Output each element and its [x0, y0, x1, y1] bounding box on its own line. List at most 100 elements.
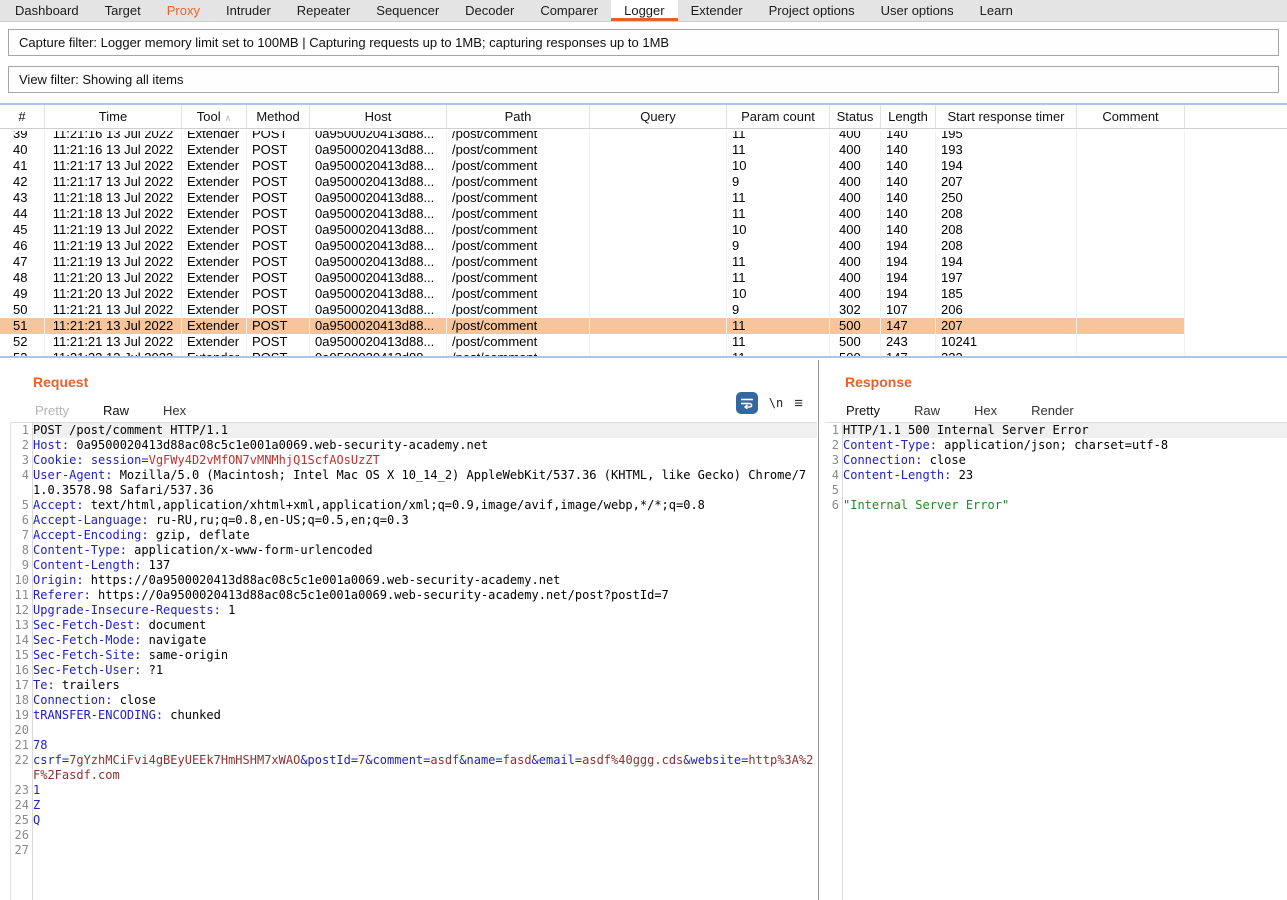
line-content: 78	[33, 738, 817, 753]
log-cell-param-count: 9	[727, 174, 830, 190]
column-header-method[interactable]: Method	[247, 105, 310, 128]
tab-extender[interactable]: Extender	[678, 0, 756, 21]
log-cell-status: 400	[830, 158, 881, 174]
editor-line: 12Upgrade-Insecure-Requests: 1	[11, 603, 817, 618]
tab-project-options[interactable]: Project options	[756, 0, 868, 21]
word-wrap-toggle-button[interactable]	[736, 392, 758, 414]
log-row[interactable]: 4311:21:18 13 Jul 2022ExtenderPOST0a9500…	[0, 190, 1287, 206]
log-cell-method: POST	[247, 158, 310, 174]
column-header-number[interactable]: #	[0, 105, 45, 128]
log-cell-filler	[1185, 222, 1287, 238]
line-number: 16	[11, 663, 33, 678]
log-row[interactable]: 4711:21:19 13 Jul 2022ExtenderPOST0a9500…	[0, 254, 1287, 270]
tab-dashboard[interactable]: Dashboard	[2, 0, 92, 21]
log-cell-status: 400	[830, 238, 881, 254]
request-response-splitter[interactable]	[818, 360, 819, 900]
column-header-label: #	[18, 109, 25, 124]
tab-decoder[interactable]: Decoder	[452, 0, 527, 21]
tab-user-options[interactable]: User options	[868, 0, 967, 21]
log-cell-host: 0a9500020413d88...	[310, 254, 447, 270]
top-tab-bar: DashboardTargetProxyIntruderRepeaterSequ…	[0, 0, 1287, 22]
tab-proxy[interactable]: Proxy	[154, 0, 213, 21]
response-title: Response	[845, 374, 1287, 390]
line-code: Accept: text/html,application/xhtml+xml,…	[33, 498, 705, 512]
log-cell-param-count: 9	[727, 302, 830, 318]
log-cell-time: 11:21:19 13 Jul 2022	[45, 254, 182, 270]
column-header-query[interactable]: Query	[590, 105, 727, 128]
tab-comparer[interactable]: Comparer	[527, 0, 611, 21]
log-row[interactable]: 5111:21:21 13 Jul 2022ExtenderPOST0a9500…	[0, 318, 1287, 334]
log-row[interactable]: 4211:21:17 13 Jul 2022ExtenderPOST0a9500…	[0, 174, 1287, 190]
line-content: Accept-Encoding: gzip, deflate	[33, 528, 817, 543]
log-cell-path: /post/comment	[447, 254, 590, 270]
log-cell-filler	[1185, 238, 1287, 254]
tab-intruder[interactable]: Intruder	[213, 0, 284, 21]
column-header-host[interactable]: Host	[310, 105, 447, 128]
column-header-path[interactable]: Path	[447, 105, 590, 128]
log-row[interactable]: 4811:21:20 13 Jul 2022ExtenderPOST0a9500…	[0, 270, 1287, 286]
editor-line: 11Referer: https://0a9500020413d88ac08c5…	[11, 588, 817, 603]
log-row[interactable]: 4911:21:20 13 Jul 2022ExtenderPOST0a9500…	[0, 286, 1287, 302]
editor-menu-button[interactable]: ≡	[794, 395, 803, 412]
log-cell-method: POST	[247, 131, 310, 142]
editor-line: 231	[11, 783, 817, 798]
log-cell-comment	[1077, 206, 1185, 222]
line-code: Accept-Encoding: gzip, deflate	[33, 528, 250, 542]
log-row[interactable]: 3911:21:16 13 Jul 2022ExtenderPOST0a9500…	[0, 131, 1287, 142]
line-number: 11	[11, 588, 33, 603]
response-editor[interactable]: 1HTTP/1.1 500 Internal Server Error2Cont…	[825, 422, 1287, 900]
log-row[interactable]: 4511:21:19 13 Jul 2022ExtenderPOST0a9500…	[0, 222, 1287, 238]
log-row[interactable]: 5011:21:21 13 Jul 2022ExtenderPOST0a9500…	[0, 302, 1287, 318]
log-row[interactable]: 5311:21:22 13 Jul 2022ExtenderPOST0a9500…	[0, 350, 1287, 356]
column-header-status[interactable]: Status	[830, 105, 881, 128]
line-code: User-Agent: Mozilla/5.0 (Macintosh; Inte…	[33, 468, 806, 497]
log-cell-method: POST	[247, 222, 310, 238]
log-cell-param-count: 11	[727, 270, 830, 286]
log-cell-filler	[1185, 158, 1287, 174]
tab-logger[interactable]: Logger	[611, 0, 677, 21]
line-content: Content-Type: application/x-www-form-url…	[33, 543, 817, 558]
log-cell-time: 11:21:19 13 Jul 2022	[45, 238, 182, 254]
view-filter-bar[interactable]: View filter: Showing all items	[8, 66, 1279, 93]
line-number: 1	[825, 423, 843, 438]
log-cell-status: 400	[830, 270, 881, 286]
log-cell-comment	[1077, 318, 1185, 334]
line-number: 3	[825, 453, 843, 468]
editor-line: 19tRANSFER-ENCODING: chunked	[11, 708, 817, 723]
line-number: 17	[11, 678, 33, 693]
log-row[interactable]: 4011:21:16 13 Jul 2022ExtenderPOST0a9500…	[0, 142, 1287, 158]
log-cell-tool: Extender	[182, 222, 247, 238]
line-number: 21	[11, 738, 33, 753]
tab-sequencer[interactable]: Sequencer	[363, 0, 452, 21]
line-content: Sec-Fetch-Dest: document	[33, 618, 817, 633]
log-cell-status: 400	[830, 254, 881, 270]
line-content: Content-Length: 23	[843, 468, 1287, 483]
log-row[interactable]: 5211:21:21 13 Jul 2022ExtenderPOST0a9500…	[0, 334, 1287, 350]
line-content	[33, 828, 817, 843]
log-row[interactable]: 4111:21:17 13 Jul 2022ExtenderPOST0a9500…	[0, 158, 1287, 174]
log-cell-number: 46	[0, 238, 45, 254]
editor-line: 4Content-Length: 23	[825, 468, 1287, 483]
log-row[interactable]: 4411:21:18 13 Jul 2022ExtenderPOST0a9500…	[0, 206, 1287, 222]
tab-learn[interactable]: Learn	[967, 0, 1026, 21]
log-cell-param-count: 11	[727, 206, 830, 222]
column-header-tool[interactable]: Tool∧	[182, 105, 247, 128]
log-cell-path: /post/comment	[447, 350, 590, 356]
column-header-param-count[interactable]: Param count	[727, 105, 830, 128]
log-cell-path: /post/comment	[447, 270, 590, 286]
tab-repeater[interactable]: Repeater	[284, 0, 363, 21]
log-cell-path: /post/comment	[447, 222, 590, 238]
log-row[interactable]: 4611:21:19 13 Jul 2022ExtenderPOST0a9500…	[0, 238, 1287, 254]
log-cell-number: 48	[0, 270, 45, 286]
column-header-length[interactable]: Length	[881, 105, 936, 128]
line-content: POST /post/comment HTTP/1.1	[33, 423, 817, 438]
log-cell-host: 0a9500020413d88...	[310, 222, 447, 238]
column-header-start-response-timer[interactable]: Start response timer	[936, 105, 1077, 128]
tab-target[interactable]: Target	[92, 0, 154, 21]
column-header-comment[interactable]: Comment	[1077, 105, 1185, 128]
line-content: Connection: close	[843, 453, 1287, 468]
newline-characters-toggle[interactable]: \n	[769, 396, 783, 410]
column-header-time[interactable]: Time	[45, 105, 182, 128]
request-editor[interactable]: 1POST /post/comment HTTP/1.12Host: 0a950…	[10, 422, 817, 900]
capture-filter-bar[interactable]: Capture filter: Logger memory limit set …	[8, 29, 1279, 56]
